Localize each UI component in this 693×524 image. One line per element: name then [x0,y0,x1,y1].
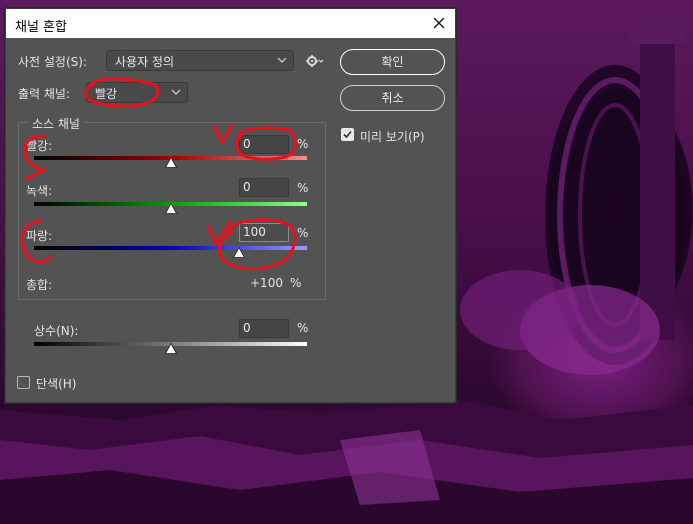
preview-checkbox[interactable] [341,128,354,141]
output-channel-label: 출력 채널: [18,87,71,101]
preset-dropdown[interactable]: 사용자 정의 [106,50,294,71]
constant-percent: % [297,321,309,335]
red-slider-thumb[interactable] [164,157,177,168]
total-percent: % [290,276,302,290]
monochrome-label: 단색(H) [36,377,77,391]
monochrome-checkbox[interactable] [17,376,30,389]
blue-slider-thumb[interactable] [232,247,245,258]
close-icon[interactable] [429,13,449,33]
preview-label: 미리 보기(P) [360,130,425,144]
green-percent: % [297,181,309,195]
green-value-field[interactable]: 0 [239,178,289,197]
cancel-button[interactable]: 취소 [340,85,445,111]
red-percent: % [297,137,309,151]
blue-label: 파랑: [26,229,53,243]
checkmark-icon [343,130,352,139]
chevron-down-icon [277,57,287,63]
ok-button[interactable]: 확인 [340,49,445,75]
constant-label: 상수(N): [34,324,79,338]
preset-value: 사용자 정의 [115,55,175,69]
total-value: +100 [250,276,283,290]
constant-value-field[interactable]: 0 [239,319,289,338]
preset-label: 사전 설정(S): [18,55,87,69]
gear-icon[interactable] [306,54,324,68]
source-channels-title: 소스 채널 [28,115,84,132]
output-channel-dropdown[interactable]: 빨강 [86,82,188,103]
chevron-down-icon [171,89,181,95]
red-value-field[interactable]: 0 [239,135,289,154]
constant-slider-thumb[interactable] [164,343,177,354]
channel-mixer-dialog: 채널 혼합 사전 설정(S): 사용자 정의 출력 채널: 빨강 소스 채널 빨… [5,8,456,403]
output-channel-value: 빨강 [95,87,118,101]
dialog-title: 채널 혼합 [15,20,67,35]
green-slider-thumb[interactable] [164,203,177,214]
red-label: 빨강: [26,139,53,153]
blue-slider-track[interactable] [34,246,307,250]
blue-value-field[interactable]: 100 [239,223,289,242]
green-label: 녹색: [26,184,53,198]
title-bar: 채널 혼합 [6,9,455,38]
total-label: 총합: [26,278,53,292]
blue-percent: % [297,226,309,240]
